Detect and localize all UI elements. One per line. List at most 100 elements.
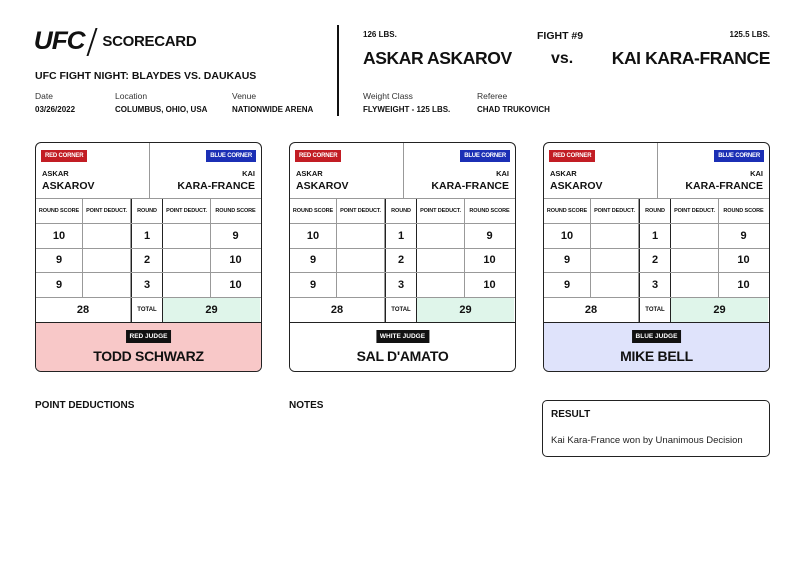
red-round-score-header: ROUND SCORE	[36, 199, 83, 223]
location-block: Location COLUMBUS, OHIO, USA	[115, 91, 207, 114]
judge-scorecard-2: RED CORNER BLUE CORNER ASKAR ASKAROV KAI…	[289, 142, 516, 372]
judge-panel: RED JUDGE TODD SCHWARZ	[36, 323, 261, 371]
red-first-name: ASKAR	[550, 169, 577, 178]
blue-point-deduct	[671, 248, 719, 272]
red-last-name: ASKAROV	[296, 180, 349, 192]
red-point-deduct	[591, 248, 639, 272]
total-label: TOTAL	[639, 297, 671, 322]
judge-panel: BLUE JUDGE MIKE BELL	[544, 323, 769, 371]
red-point-deduct	[83, 224, 131, 248]
score-header-row: ROUND SCORE POINT DEDUCT. ROUND POINT DE…	[290, 199, 515, 224]
judge-name: MIKE BELL	[620, 348, 693, 364]
date-label: Date	[35, 91, 53, 101]
judge-badge: WHITE JUDGE	[375, 330, 430, 343]
fight-number: FIGHT #9	[537, 30, 584, 42]
red-round-score: 9	[544, 248, 591, 272]
red-point-deduct	[337, 273, 385, 297]
red-round-score: 10	[36, 224, 83, 248]
blue-first-name: KAI	[242, 169, 255, 178]
vs-text: vs.	[551, 50, 574, 67]
blue-point-deduct	[417, 248, 465, 272]
judge-name: TODD SCHWARZ	[93, 348, 204, 364]
blue-total: 29	[417, 297, 514, 322]
blue-round-score: 10	[229, 278, 242, 291]
event-name: UFC FIGHT NIGHT: BLAYDES VS. DAUKAUS	[35, 70, 257, 82]
round-header: ROUND	[131, 199, 163, 223]
blue-total: 29	[671, 297, 768, 322]
red-last-name: ASKAROV	[42, 180, 95, 192]
round-row: 9 3 10	[36, 273, 261, 298]
blue-point-deduct	[163, 248, 211, 272]
judge-scorecard-1: RED CORNER BLUE CORNER ASKAR ASKAROV KAI…	[35, 142, 262, 372]
judge-badge: RED JUDGE	[125, 330, 172, 343]
red-round-score-header: ROUND SCORE	[544, 199, 591, 223]
location-label: Location	[115, 91, 148, 101]
round-number: 1	[639, 224, 671, 248]
blue-round-score: 10	[737, 254, 750, 267]
red-point-deduct-header: POINT DEDUCT.	[337, 199, 385, 223]
round-row: 10 1 9	[290, 224, 515, 249]
red-round-score: 9	[544, 273, 591, 297]
red-weight: 126 LBS.	[363, 30, 397, 39]
red-total: 28	[36, 297, 131, 322]
result-text: Kai Kara-France won by Unanimous Decisio…	[551, 435, 743, 446]
red-point-deduct	[337, 224, 385, 248]
round-number: 2	[639, 248, 671, 272]
judge-name: SAL D'AMATO	[356, 348, 449, 364]
blue-first-name: KAI	[496, 169, 509, 178]
round-number: 3	[639, 273, 671, 297]
red-point-deduct	[337, 248, 385, 272]
total-row: 28 TOTAL 29	[544, 297, 769, 323]
round-number: 3	[131, 273, 163, 297]
blue-point-deduct-header: POINT DEDUCT.	[163, 199, 211, 223]
round-header: ROUND	[385, 199, 417, 223]
page-title: SCORECARD	[102, 33, 197, 50]
red-round-score: 9	[36, 248, 83, 272]
judge-panel: WHITE JUDGE SAL D'AMATO	[290, 323, 515, 371]
blue-round-score: 10	[483, 254, 496, 267]
blue-round-score: 9	[486, 229, 493, 242]
red-point-deduct	[591, 273, 639, 297]
red-fighter-name: ASKAR ASKAROV	[363, 48, 512, 68]
card-header: RED CORNER BLUE CORNER ASKAR ASKAROV KAI…	[544, 143, 769, 199]
blue-last-name: KARA-FRANCE	[431, 180, 509, 192]
blue-round-score: 9	[232, 229, 239, 242]
card-header: RED CORNER BLUE CORNER ASKAR ASKAROV KAI…	[36, 143, 261, 199]
red-total: 28	[544, 297, 639, 322]
blue-last-name: KARA-FRANCE	[685, 180, 763, 192]
blue-point-deduct	[163, 273, 211, 297]
referee-block: Referee CHAD TRUKOVICH	[477, 91, 550, 114]
blue-round-score-header: ROUND SCORE	[723, 207, 764, 214]
blue-corner-badge: BLUE CORNER	[714, 150, 764, 162]
blue-weight: 125.5 LBS.	[729, 30, 770, 39]
round-number: 1	[131, 224, 163, 248]
round-row: 10 1 9	[544, 224, 769, 249]
venue-label: Venue	[232, 91, 257, 101]
weight-class-label: Weight Class	[363, 91, 413, 101]
total-label: TOTAL	[385, 297, 417, 322]
red-corner-badge: RED CORNER	[295, 150, 342, 162]
round-row: 9 3 10	[544, 273, 769, 298]
round-row: 9 3 10	[290, 273, 515, 298]
red-round-score: 9	[36, 273, 83, 297]
result-title: RESULT	[551, 409, 591, 420]
red-corner-badge: RED CORNER	[41, 150, 88, 162]
red-point-deduct	[83, 248, 131, 272]
blue-point-deduct	[671, 273, 719, 297]
logo-text: UFC	[33, 27, 86, 55]
blue-round-score: 10	[737, 278, 750, 291]
corner-divider	[657, 143, 658, 199]
score-header-row: ROUND SCORE POINT DEDUCT. ROUND POINT DE…	[544, 199, 769, 224]
ufc-logo: UFC SCORECARD	[33, 27, 197, 56]
referee-label: Referee	[477, 91, 508, 101]
red-last-name: ASKAROV	[550, 180, 603, 192]
round-row: 9 2 10	[36, 248, 261, 273]
round-number: 2	[385, 248, 417, 272]
location-value: COLUMBUS, OHIO, USA	[115, 105, 208, 114]
blue-round-score: 10	[483, 278, 496, 291]
score-grid: ROUND SCORE POINT DEDUCT. ROUND POINT DE…	[544, 199, 769, 323]
round-header: ROUND	[639, 199, 671, 223]
total-row: 28 TOTAL 29	[290, 297, 515, 323]
blue-point-deduct	[417, 273, 465, 297]
point-deductions-heading: POINT DEDUCTIONS	[35, 400, 135, 411]
